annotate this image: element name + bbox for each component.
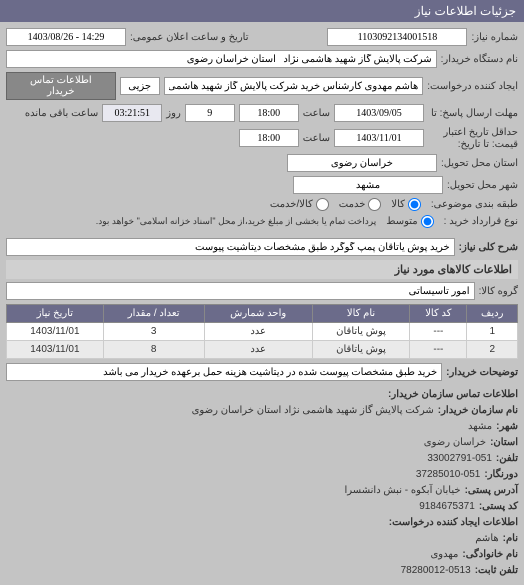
saat-label-1: ساعت — [303, 108, 330, 119]
countdown-input — [102, 104, 162, 122]
saat1-input[interactable] — [239, 104, 299, 122]
radio-motavasset-label: متوسط — [386, 216, 417, 227]
radio-khedmat[interactable] — [368, 198, 381, 211]
th-kod: کد کالا — [410, 305, 467, 323]
radio-kala-khedmat[interactable] — [316, 198, 329, 211]
ostan-mahal-label: استان محل تحویل: — [441, 158, 518, 169]
mohllat-ersal-label: مهلت ارسال پاسخ: تا — [428, 108, 518, 119]
radio-kala[interactable] — [408, 198, 421, 211]
tozihaat-label: توضیحات خریدار: — [446, 367, 518, 378]
tarikh2-input[interactable] — [334, 129, 424, 147]
telefon-label: تلفن: — [496, 451, 518, 467]
telefon2-label: تلفن ثابت: — [475, 563, 518, 579]
shahr-mahal-input[interactable] — [293, 176, 443, 194]
goroh-kala-input[interactable] — [6, 282, 475, 300]
radio-kala-label: کالا — [391, 199, 405, 210]
shomare-niaz-input[interactable] — [327, 28, 467, 46]
cell-tedad: 3 — [103, 323, 204, 341]
radio-kala-khedmat-label: کالا/خدمت — [270, 199, 313, 210]
nam-dastgah-label: نام دستگاه خریدار: — [441, 54, 518, 65]
ijad-konande-label: ایجاد کننده درخواست: — [427, 81, 518, 92]
noe-gharardad-label: نوع قرارداد خرید : — [444, 216, 518, 227]
goroh-kala-label: گروه کالا: — [479, 286, 518, 297]
noe-gharardad-note: پرداخت تمام یا بخشی از مبلغ خرید،از محل … — [96, 216, 376, 227]
shomare-niaz-label: شماره نیاز: — [471, 32, 518, 43]
cell-radif: 1 — [467, 323, 518, 341]
cell-tarikh: 1403/11/01 — [7, 341, 104, 359]
tarikh-elaan-label: تاریخ و ساعت اعلان عمومی: — [130, 32, 249, 43]
adres-value: خیابان آبکوه - نبش دانشسرا — [345, 483, 461, 499]
hadaghal-tarikh-label-1: حداقل تاریخ اعتبار — [443, 127, 518, 138]
roz-label: روز — [166, 108, 181, 119]
main-content: شماره نیاز: تاریخ و ساعت اعلان عمومی: نا… — [0, 22, 524, 585]
sharh-koli-input[interactable] — [6, 238, 455, 256]
nam-dastgah-input[interactable] — [6, 50, 437, 68]
cell-nam: پوش یاتاقان — [312, 341, 409, 359]
cell-kod: --- — [410, 341, 467, 359]
contact-header: اطلاعات تماس سازمان خریدار: — [388, 387, 518, 403]
cell-radif: 2 — [467, 341, 518, 359]
shahr-value: مشهد — [468, 419, 492, 435]
telefon-value: 33002791-051 — [427, 451, 492, 467]
radio-khedmat-label: خدمت — [339, 199, 366, 210]
ostan-mahal-input[interactable] — [287, 154, 437, 172]
th-tarikh: تاریخ نیاز — [7, 305, 104, 323]
tarikh-elaan-input[interactable] — [6, 28, 126, 46]
cell-vahed: عدد — [204, 341, 312, 359]
tarikh1-input[interactable] — [334, 104, 424, 122]
ostan-value: خراسان رضوی — [424, 435, 486, 451]
cell-tedad: 8 — [103, 341, 204, 359]
ijad-header: اطلاعات ایجاد کننده درخواست: — [389, 515, 518, 531]
telefon2-value: 78280012-0513 — [401, 563, 471, 579]
nam-label: نام: — [503, 531, 518, 547]
ettelaat-kala-header: اطلاعات کالاهای مورد نیاز — [6, 260, 518, 279]
saat-baghi-label: ساعت باقی مانده — [25, 108, 98, 119]
th-vahed: واحد شمارش — [204, 305, 312, 323]
jozi-input[interactable] — [120, 77, 160, 95]
khanevadegi-label: نام خانوادگی: — [462, 547, 518, 563]
saat-label-2: ساعت — [303, 133, 330, 144]
th-radif: ردیف — [467, 305, 518, 323]
saat2-input[interactable] — [239, 129, 299, 147]
sharh-koli-label: شرح کلی نیاز: — [459, 242, 518, 253]
tozihaat-input[interactable] — [6, 363, 442, 381]
kala-table: ردیف کد کالا نام کالا واحد شمارش تعداد /… — [6, 304, 518, 359]
ijad-konande-input[interactable] — [164, 77, 424, 95]
khanevadegi-value: مهدوی — [430, 547, 458, 563]
dornegar-label: دورنگار: — [484, 467, 518, 483]
th-nam: نام کالا — [312, 305, 409, 323]
dornegar-value: 37285010-051 — [416, 467, 481, 483]
nam-value: هاشم — [475, 531, 498, 547]
table-row[interactable]: 1 --- پوش یاتاقان عدد 3 1403/11/01 — [7, 323, 518, 341]
kod-posti-label: کد پستی: — [479, 499, 518, 515]
adres-label: آدرس پستی: — [465, 483, 518, 499]
shahr-label: شهر: — [496, 419, 518, 435]
th-tedad: تعداد / مقدار — [103, 305, 204, 323]
ettelaat-tamas-button[interactable]: اطلاعات تماس خریدار — [6, 72, 116, 100]
shahr-mahal-label: شهر محل تحویل: — [447, 180, 518, 191]
cell-tarikh: 1403/11/01 — [7, 323, 104, 341]
kod-posti-value: 9184675371 — [419, 499, 475, 515]
nam-sazman-value: شرکت پالایش گاز شهید هاشمی نژاد استان خر… — [192, 403, 434, 419]
table-row[interactable]: 2 --- پوش یاتاقان عدد 8 1403/11/01 — [7, 341, 518, 359]
ostan-label: استان: — [490, 435, 518, 451]
days-input[interactable] — [185, 104, 235, 122]
tabagheh-label: طبقه بندی موضوعی: — [431, 199, 518, 210]
page-title: جزئیات اطلاعات نیاز — [0, 0, 524, 22]
nam-sazman-label: نام سازمان خریدار: — [438, 403, 518, 419]
cell-vahed: عدد — [204, 323, 312, 341]
cell-nam: پوش یاتاقان — [312, 323, 409, 341]
hadaghal-tarikh-label-2: قیمت: تا تاریخ: — [458, 139, 518, 150]
radio-motavasset[interactable] — [421, 215, 434, 228]
cell-kod: --- — [410, 323, 467, 341]
